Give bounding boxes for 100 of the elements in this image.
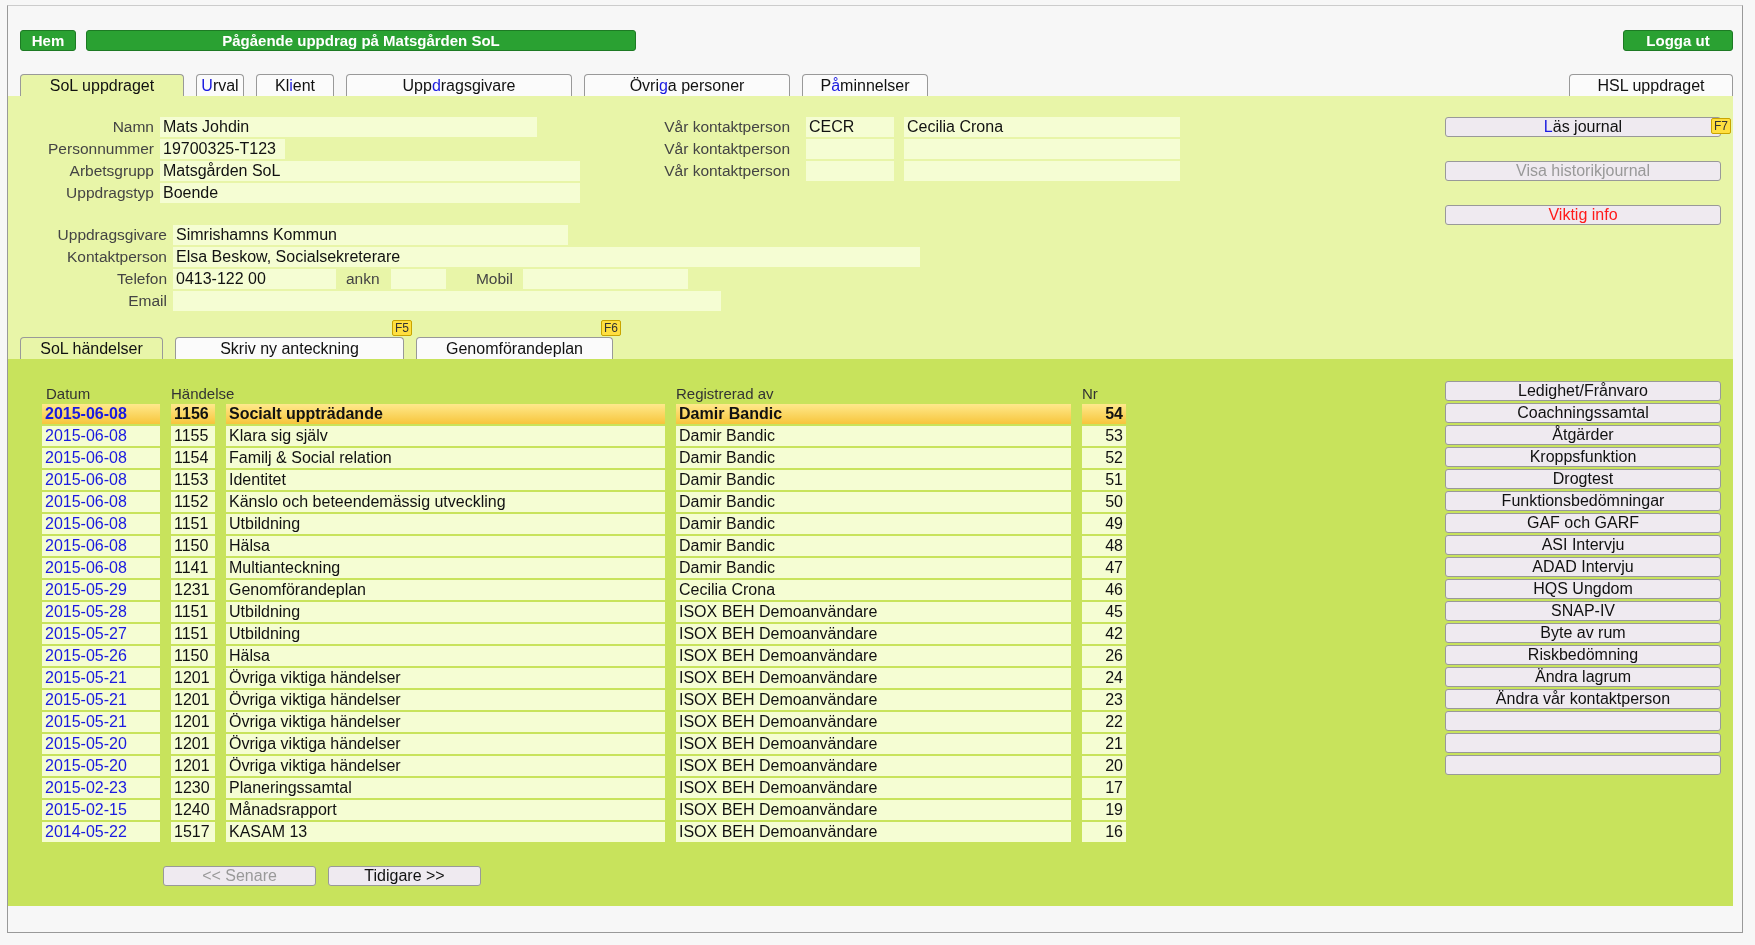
date-link[interactable]: 2015-06-08: [42, 470, 160, 490]
text-field[interactable]: [904, 139, 1180, 159]
text-field[interactable]: [523, 269, 688, 289]
date-link[interactable]: 2015-05-20: [42, 756, 160, 776]
table-cell[interactable]: Övriga viktiga händelser: [226, 712, 665, 732]
table-cell[interactable]: Utbildning: [226, 602, 665, 622]
shortcut-badge: F6: [601, 320, 621, 336]
action-button[interactable]: Coachningssamtal: [1445, 403, 1721, 423]
date-link[interactable]: 2015-06-08: [42, 492, 160, 512]
tab[interactable]: SoL uppdraget: [20, 74, 184, 96]
date-link[interactable]: 2015-06-08: [42, 404, 160, 424]
empty-button[interactable]: [1445, 755, 1721, 775]
tab[interactable]: Klient: [256, 74, 334, 96]
action-button[interactable]: Drogtest: [1445, 469, 1721, 489]
table-cell[interactable]: Familj & Social relation: [226, 448, 665, 468]
text-field[interactable]: Simrishamns Kommun: [173, 225, 568, 245]
date-link[interactable]: 2015-05-20: [42, 734, 160, 754]
text-field[interactable]: CECR: [806, 117, 894, 137]
date-link[interactable]: 2015-06-08: [42, 426, 160, 446]
table-cell[interactable]: KASAM 13: [226, 822, 665, 842]
table-cell: 47: [1082, 558, 1126, 578]
table-cell: ISOX BEH Demoanvändare: [676, 800, 1071, 820]
text-field[interactable]: [173, 291, 721, 311]
table-cell: Damir Bandic: [676, 470, 1071, 490]
field-label: Namn: [111, 118, 155, 136]
date-link[interactable]: 2015-06-08: [42, 448, 160, 468]
text-field[interactable]: Matsgården SoL: [160, 161, 580, 181]
text-field[interactable]: Boende: [160, 183, 580, 203]
date-link[interactable]: 2015-05-27: [42, 624, 160, 644]
table-cell[interactable]: Utbildning: [226, 624, 665, 644]
tab[interactable]: Skriv ny anteckning: [175, 337, 404, 359]
tab[interactable]: HSL uppdraget: [1569, 74, 1733, 96]
tab[interactable]: Övriga personer: [584, 74, 790, 96]
date-link[interactable]: 2015-02-15: [42, 800, 160, 820]
date-link[interactable]: 2015-05-26: [42, 646, 160, 666]
action-button[interactable]: ADAD Intervju: [1445, 557, 1721, 577]
table-cell[interactable]: Multianteckning: [226, 558, 665, 578]
date-link[interactable]: 2015-05-21: [42, 712, 160, 732]
action-button[interactable]: Ändra vår kontaktperson: [1445, 689, 1721, 709]
table-cell: 51: [1082, 470, 1126, 490]
date-link[interactable]: 2015-05-29: [42, 580, 160, 600]
text-field[interactable]: Mats Johdin: [160, 117, 537, 137]
tab[interactable]: Urval: [196, 74, 244, 96]
text-field[interactable]: [904, 161, 1180, 181]
action-button[interactable]: SNAP-IV: [1445, 601, 1721, 621]
table-cell: ISOX BEH Demoanvändare: [676, 756, 1071, 776]
tab[interactable]: Uppdragsgivare: [346, 74, 572, 96]
table-cell[interactable]: Socialt uppträdande: [226, 404, 665, 424]
table-cell[interactable]: Övriga viktiga händelser: [226, 668, 665, 688]
date-link[interactable]: 2015-06-08: [42, 514, 160, 534]
table-cell: 1156: [171, 404, 215, 424]
text-field[interactable]: 19700325-T123: [160, 139, 285, 159]
empty-button[interactable]: [1445, 711, 1721, 731]
date-link[interactable]: 2015-05-21: [42, 690, 160, 710]
table-cell[interactable]: Identitet: [226, 470, 665, 490]
action-button[interactable]: GAF och GARF: [1445, 513, 1721, 533]
action-button[interactable]: Kroppsfunktion: [1445, 447, 1721, 467]
pager-button[interactable]: Tidigare >>: [328, 866, 481, 886]
action-button[interactable]: Ändra lagrum: [1445, 667, 1721, 687]
date-link[interactable]: 2015-05-21: [42, 668, 160, 688]
field-label: Vår kontaktperson: [663, 140, 791, 158]
action-button[interactable]: Åtgärder: [1445, 425, 1721, 445]
table-cell[interactable]: Klara sig själv: [226, 426, 665, 446]
date-link[interactable]: 2015-02-23: [42, 778, 160, 798]
table-cell: 1201: [171, 712, 215, 732]
action-button[interactable]: Ledighet/Frånvaro: [1445, 381, 1721, 401]
tab[interactable]: Genomförandeplan: [416, 337, 613, 359]
text-field[interactable]: Cecilia Crona: [904, 117, 1180, 137]
table-cell[interactable]: Känslo och beteendemässig utveckling: [226, 492, 665, 512]
date-link[interactable]: 2015-05-28: [42, 602, 160, 622]
column-header: Händelse: [171, 385, 236, 402]
text-field[interactable]: [391, 269, 446, 289]
date-link[interactable]: 2014-05-22: [42, 822, 160, 842]
tab[interactable]: Påminnelser: [802, 74, 928, 96]
table-cell[interactable]: Genomförandeplan: [226, 580, 665, 600]
table-cell[interactable]: Planeringssamtal: [226, 778, 665, 798]
table-cell[interactable]: Övriga viktiga händelser: [226, 690, 665, 710]
tab[interactable]: SoL händelser: [20, 337, 163, 359]
table-cell[interactable]: Utbildning: [226, 514, 665, 534]
date-link[interactable]: 2015-06-08: [42, 558, 160, 578]
date-link[interactable]: 2015-06-08: [42, 536, 160, 556]
table-cell: ISOX BEH Demoanvändare: [676, 624, 1071, 644]
text-field[interactable]: 0413-122 00: [173, 269, 336, 289]
table-cell[interactable]: Hälsa: [226, 536, 665, 556]
empty-button[interactable]: [1445, 733, 1721, 753]
text-field[interactable]: Elsa Beskow, Socialsekreterare: [173, 247, 920, 267]
table-cell[interactable]: Övriga viktiga händelser: [226, 756, 665, 776]
table-cell: Damir Bandic: [676, 448, 1071, 468]
table-cell: 45: [1082, 602, 1126, 622]
action-button[interactable]: Riskbedömning: [1445, 645, 1721, 665]
text-field[interactable]: [806, 161, 894, 181]
text-field[interactable]: [806, 139, 894, 159]
table-cell: 1152: [171, 492, 215, 512]
table-cell[interactable]: Hälsa: [226, 646, 665, 666]
action-button[interactable]: HQS Ungdom: [1445, 579, 1721, 599]
action-button[interactable]: Funktionsbedömningar: [1445, 491, 1721, 511]
action-button[interactable]: ASI Intervju: [1445, 535, 1721, 555]
table-cell[interactable]: Månadsrapport: [226, 800, 665, 820]
table-cell[interactable]: Övriga viktiga händelser: [226, 734, 665, 754]
action-button[interactable]: Byte av rum: [1445, 623, 1721, 643]
